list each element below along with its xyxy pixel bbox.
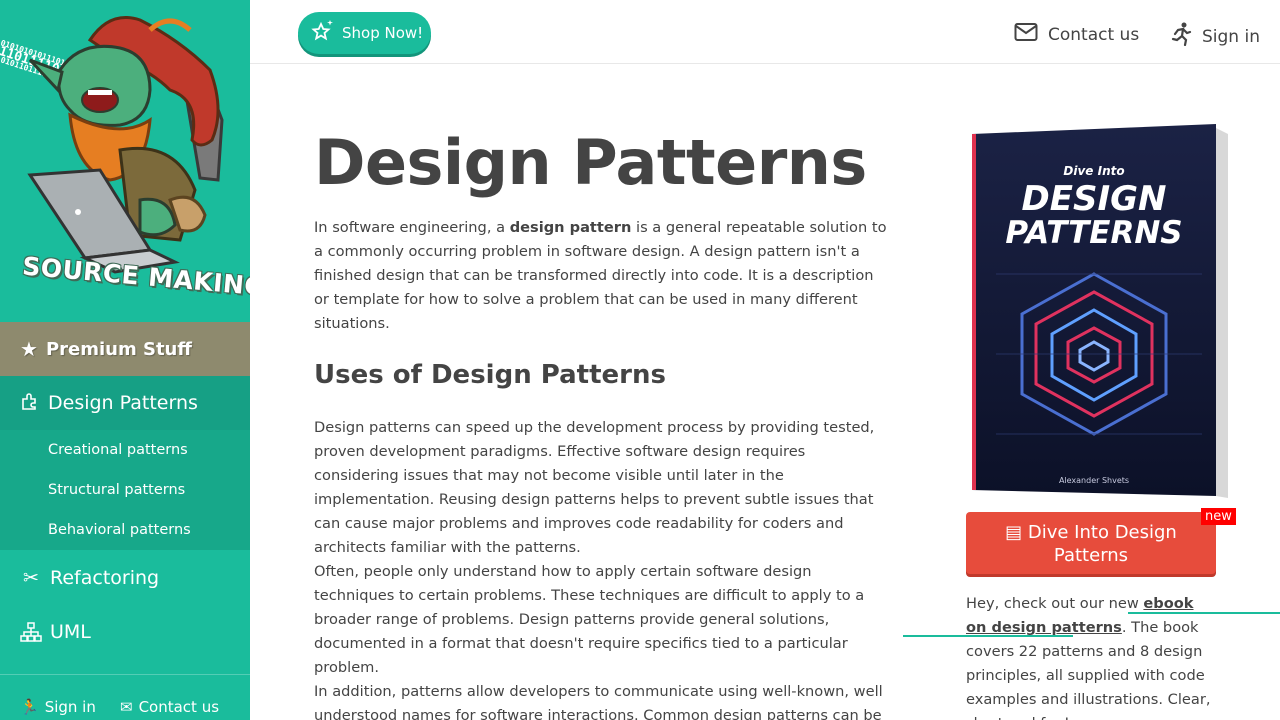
header-signin-link[interactable]: Sign in: [1170, 22, 1260, 51]
book-icon: ▤: [1005, 522, 1028, 543]
book-author: Alexander Shvets: [1058, 476, 1130, 485]
sidebar-item-premium[interactable]: ★ Premium Stuff: [0, 322, 250, 376]
sidebar-divider: [0, 674, 250, 675]
sidebar-contact-label: Contact us: [138, 698, 220, 716]
promo-text-1: Hey, check out our new: [966, 595, 1144, 612]
sidebar-item-label: UML: [50, 621, 91, 643]
paragraph-1: Design patterns can speed up the develop…: [314, 419, 875, 556]
page-title: Design Patterns: [314, 126, 867, 199]
envelope-icon: [1014, 22, 1038, 47]
sidebar-subnav: Creational patterns Structural patterns …: [0, 430, 250, 550]
sidebar-item-design-patterns[interactable]: Design Patterns: [0, 376, 250, 430]
new-badge: new: [1201, 508, 1236, 525]
sidebar-item-label: Design Patterns: [48, 392, 198, 414]
sidebar-signin-label: Sign in: [44, 698, 96, 716]
sidebar-signin-link[interactable]: 🏃 Sign in: [20, 698, 96, 716]
section-heading: Uses of Design Patterns: [314, 360, 666, 390]
logo[interactable]: 01010101011101 1101111011 0101101111101: [0, 0, 250, 322]
sidebar-item-behavioral[interactable]: Behavioral patterns: [0, 510, 250, 550]
intro-text-1: In software engineering, a: [314, 219, 510, 236]
sidebar: 01010101011101 1101111011 0101101111101: [0, 0, 250, 720]
envelope-icon: ✉: [120, 698, 133, 716]
header-contact-link[interactable]: Contact us: [1014, 22, 1139, 47]
sidebar-item-refactoring[interactable]: ✂ Refactoring: [0, 551, 250, 605]
paragraph-2: Often, people only understand how to app…: [314, 563, 865, 676]
sidebar-contact-link[interactable]: ✉ Contact us: [120, 698, 219, 716]
header-contact-label: Contact us: [1048, 24, 1140, 45]
top-header: Shop Now! Contact us Sign in: [250, 0, 1280, 64]
star-icon: ★: [20, 337, 38, 361]
book-title-line-2: PATTERNS: [1005, 215, 1183, 251]
sidebar-item-label: Premium Stuff: [45, 338, 192, 360]
intro-paragraph: In software engineering, a design patter…: [314, 216, 889, 336]
book-top-text: Dive Into: [1063, 164, 1125, 178]
sitemap-icon: [20, 622, 42, 642]
book-cover[interactable]: Dive Into DESIGN PATTERNS Alexander Shve…: [966, 124, 1232, 500]
sidebar-item-creational[interactable]: Creational patterns: [0, 430, 250, 470]
shop-now-label: Shop Now!: [342, 24, 424, 42]
shop-now-button[interactable]: Shop Now!: [298, 12, 431, 54]
ebook-promo-text: Hey, check out our new ebook on design p…: [966, 592, 1218, 720]
sidebar-item-structural[interactable]: Structural patterns: [0, 470, 250, 510]
puzzle-icon: [20, 391, 40, 416]
sidebar-item-label: Refactoring: [50, 567, 160, 589]
sparkle-star-icon: [310, 19, 334, 47]
intro-bold-term: design pattern: [509, 219, 632, 236]
header-signin-label: Sign in: [1202, 26, 1260, 47]
book-title-line-1: DESIGN: [1021, 179, 1167, 219]
running-man-icon: 🏃: [20, 698, 39, 716]
paragraph-3: In addition, patterns allow developers t…: [314, 683, 883, 720]
scissors-icon: ✂: [23, 567, 39, 589]
running-man-icon: [1170, 22, 1192, 51]
ebook-button[interactable]: ▤ Dive Into Design Patterns: [966, 512, 1216, 574]
sidebar-item-uml[interactable]: UML: [0, 605, 250, 659]
ebook-button-label: Dive Into Design Patterns: [1027, 522, 1177, 566]
